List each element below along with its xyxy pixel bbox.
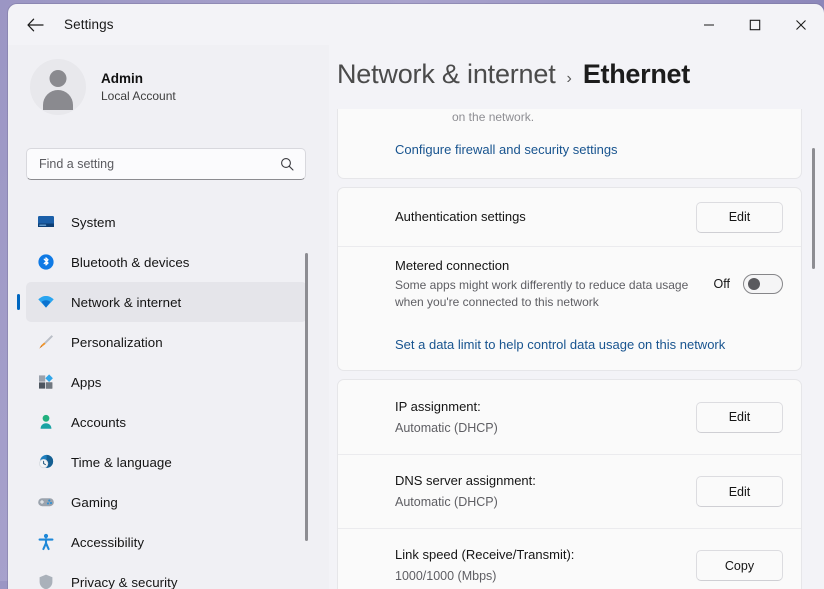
sidebar-item-accessibility[interactable]: Accessibility [26,522,307,562]
sidebar-nav: System Bluetooth & devices [8,202,329,589]
authentication-settings-row: Authentication settings Edit [338,188,801,246]
link-speed-row: Link speed (Receive/Transmit): 1000/1000… [338,528,801,589]
dns-assignment-value: Automatic (DHCP) [395,493,682,511]
dns-assignment-edit-button[interactable]: Edit [696,476,783,507]
settings-list: on the network. Configure firewall and s… [337,109,802,589]
sidebar-item-system[interactable]: System [26,202,307,242]
wifi-icon [35,291,57,313]
search-input[interactable] [39,157,280,171]
sidebar-item-time-language[interactable]: Time & language [26,442,307,482]
breadcrumb: Network & internet › Ethernet [337,59,690,90]
sidebar-item-label: Bluetooth & devices [71,255,189,270]
sidebar-item-label: Accessibility [71,535,144,550]
search-icon [280,157,294,171]
metered-connection-row: Metered connection Some apps might work … [338,246,801,320]
metered-toggle-wrap: Off [714,274,783,294]
firewall-card: on the network. Configure firewall and s… [337,109,802,179]
back-arrow-icon [27,18,44,32]
ip-assignment-edit-button[interactable]: Edit [696,402,783,433]
back-button[interactable] [18,10,52,40]
data-limit-link-row: Set a data limit to help control data us… [338,320,801,370]
metered-subtitle: Some apps might work differently to redu… [395,277,700,311]
dns-assignment-row: DNS server assignment: Automatic (DHCP) … [338,454,801,528]
title-bar: Settings [8,4,824,45]
account-text: Admin Local Account [101,70,176,105]
apps-grid-icon [35,371,57,393]
sidebar-scrollbar[interactable] [305,253,308,541]
close-icon [795,19,807,31]
dns-assignment-texts: DNS server assignment: Automatic (DHCP) [395,472,696,511]
sidebar-item-accounts[interactable]: Accounts [26,402,307,442]
page-title: Ethernet [583,59,690,90]
metered-texts: Metered connection Some apps might work … [395,257,714,311]
sidebar-item-bluetooth-devices[interactable]: Bluetooth & devices [26,242,307,282]
paintbrush-icon [35,331,57,353]
sidebar-item-label: Network & internet [71,295,181,310]
ip-assignment-value: Automatic (DHCP) [395,419,682,437]
metered-toggle[interactable] [743,274,783,294]
toggle-knob [748,278,760,290]
link-speed-title: Link speed (Receive/Transmit): [395,546,682,564]
selection-indicator [17,294,20,310]
accessibility-icon [35,531,57,553]
data-limit-link-wrap: Set a data limit to help control data us… [395,336,783,354]
account-name: Admin [101,70,176,87]
bluetooth-icon [35,251,57,273]
set-data-limit-link[interactable]: Set a data limit to help control data us… [395,337,725,352]
sidebar-item-label: System [71,215,116,230]
metered-toggle-state: Off [714,277,730,291]
link-speed-texts: Link speed (Receive/Transmit): 1000/1000… [395,546,696,585]
settings-window: Settings [8,4,824,589]
minimize-button[interactable] [686,4,732,45]
sidebar-item-gaming[interactable]: Gaming [26,482,307,522]
ip-assignment-title: IP assignment: [395,398,682,416]
avatar-head-icon [50,70,67,87]
clock-globe-icon [35,451,57,473]
sidebar-item-personalization[interactable]: Personalization [26,322,307,362]
authentication-title: Authentication settings [395,208,682,226]
link-speed-value: 1000/1000 (Mbps) [395,567,682,585]
firewall-link-wrap: Configure firewall and security settings [395,141,783,159]
authentication-edit-button[interactable]: Edit [696,202,783,233]
dns-assignment-title: DNS server assignment: [395,472,682,490]
person-icon [35,411,57,433]
authentication-texts: Authentication settings [395,208,696,226]
sidebar-item-label: Privacy & security [71,575,178,589]
metered-title: Metered connection [395,257,700,275]
sidebar-item-label: Apps [71,375,102,390]
monitor-icon [35,211,57,233]
minimize-icon [703,19,715,31]
link-speed-copy-button[interactable]: Copy [696,550,783,581]
search-box[interactable] [26,148,306,180]
avatar-body-icon [43,90,73,110]
sidebar-item-privacy-security[interactable]: Privacy & security [26,562,307,589]
maximize-button[interactable] [732,4,778,45]
app-title: Settings [64,17,114,32]
connection-settings-card: Authentication settings Edit Metered con… [337,187,802,371]
sidebar: Admin Local Account [8,45,329,589]
avatar [30,59,86,115]
main-content: Network & internet › Ethernet on the net… [329,45,824,589]
sidebar-item-label: Personalization [71,335,163,350]
sidebar-item-network-internet[interactable]: Network & internet [26,282,307,322]
gamepad-icon [35,491,57,513]
main-scrollbar[interactable] [812,148,815,269]
sidebar-item-label: Accounts [71,415,126,430]
account-block[interactable]: Admin Local Account [30,59,329,115]
ip-assignment-texts: IP assignment: Automatic (DHCP) [395,398,696,437]
sidebar-item-label: Time & language [71,455,172,470]
account-type: Local Account [101,88,176,105]
configure-firewall-link[interactable]: Configure firewall and security settings [395,142,618,157]
chevron-right-icon: › [567,70,572,88]
clipped-description-text: on the network. [395,110,783,122]
sidebar-item-apps[interactable]: Apps [26,362,307,402]
network-properties-card: IP assignment: Automatic (DHCP) Edit DNS… [337,379,802,589]
maximize-icon [749,19,761,31]
shield-icon [35,571,57,589]
close-button[interactable] [778,4,824,45]
breadcrumb-root-link[interactable]: Network & internet [337,59,556,90]
ip-assignment-row: IP assignment: Automatic (DHCP) Edit [338,380,801,454]
window-controls [686,4,824,45]
sidebar-item-label: Gaming [71,495,118,510]
